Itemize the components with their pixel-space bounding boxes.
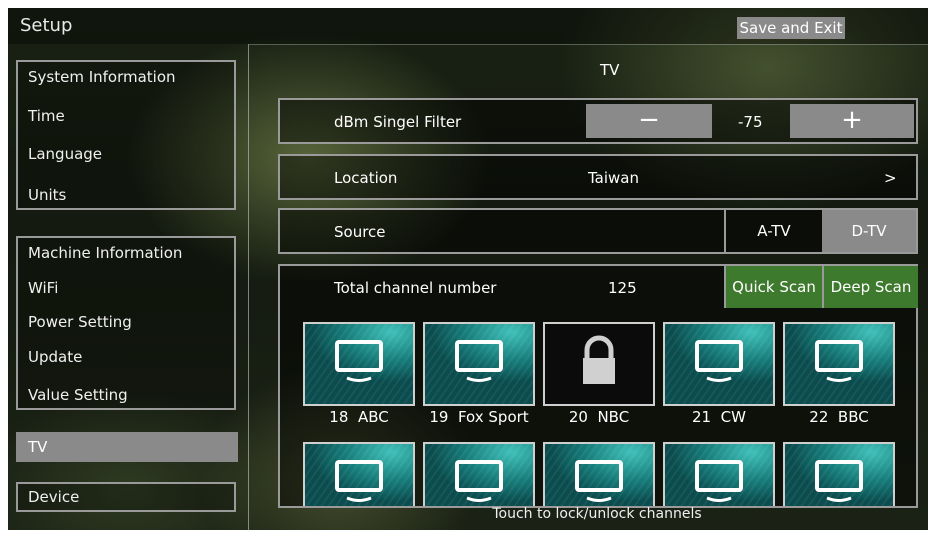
lock-icon: [583, 335, 615, 384]
channel-tile[interactable]: [303, 442, 415, 506]
sidebar-item-update[interactable]: Update: [28, 348, 82, 366]
hint-text: Touch to lock/unlock channels: [492, 506, 702, 522]
tv-setup-screen: Setup Save and Exit System Information T…: [8, 8, 928, 530]
sidebar-item-machine-information[interactable]: Machine Information: [28, 244, 182, 262]
channel-tile[interactable]: [423, 442, 535, 506]
sidebar-item-language[interactable]: Language: [28, 145, 102, 163]
chevron-right-icon: >: [884, 169, 897, 187]
location-row[interactable]: Location Taiwan >: [278, 154, 918, 200]
channel-label-18: 18 ABC: [329, 408, 389, 426]
channel-label-19: 19 Fox Sport: [429, 408, 529, 426]
source-row: Source A-TV D-TV: [278, 208, 918, 254]
filter-label: dBm Singel Filter: [334, 113, 462, 131]
channel-grid: 18 ABC 19 Fox Sport 20 NBC 21 CW 22 BBC: [278, 310, 918, 508]
channel-tile[interactable]: [543, 442, 655, 506]
tv-icon: [695, 460, 743, 502]
tv-icon: [455, 340, 503, 382]
channel-tile-20[interactable]: [543, 322, 655, 406]
sidebar-item-tv[interactable]: TV: [16, 432, 238, 462]
tv-icon: [815, 340, 863, 382]
channel-count-row: Total channel number 125 Quick Scan Deep…: [278, 264, 918, 310]
vertical-divider: [248, 44, 249, 530]
tv-icon: [695, 340, 743, 382]
save-and-exit-button[interactable]: Save and Exit: [737, 17, 845, 39]
sidebar-item-units[interactable]: Units: [28, 186, 66, 204]
tv-icon: [815, 460, 863, 502]
channel-tile[interactable]: [783, 442, 895, 506]
sidebar-item-time[interactable]: Time: [28, 107, 65, 125]
source-atv-button[interactable]: A-TV: [724, 210, 822, 252]
channel-tile-21[interactable]: [663, 322, 775, 406]
tv-icon: [575, 460, 623, 502]
decrease-button[interactable]: −: [586, 104, 712, 138]
filter-value: -75: [738, 113, 763, 131]
source-label: Source: [334, 223, 386, 241]
sidebar-item-system-information[interactable]: System Information: [28, 68, 176, 86]
page-title: Setup: [20, 15, 73, 36]
filter-row: dBm Singel Filter − -75 +: [278, 98, 918, 144]
channel-count-value: 125: [608, 279, 637, 297]
channel-tile[interactable]: [663, 442, 775, 506]
sidebar-group-machine: Machine Information WiFi Power Setting U…: [16, 236, 236, 410]
sidebar-group-device: Device: [16, 482, 236, 512]
channel-count-label: Total channel number: [334, 279, 497, 297]
deep-scan-button[interactable]: Deep Scan: [822, 266, 918, 308]
location-label: Location: [334, 169, 398, 187]
sidebar-item-value-setting[interactable]: Value Setting: [28, 386, 128, 404]
top-bar: Setup Save and Exit: [8, 8, 928, 44]
tv-icon: [455, 460, 503, 502]
location-value: Taiwan: [588, 169, 640, 187]
tv-icon: [335, 460, 383, 502]
channel-tile-22[interactable]: [783, 322, 895, 406]
channel-tile-18[interactable]: [303, 322, 415, 406]
channel-label-20: 20 NBC: [568, 408, 630, 426]
panel-title: TV: [600, 61, 620, 79]
source-dtv-button[interactable]: D-TV: [822, 210, 916, 252]
quick-scan-button[interactable]: Quick Scan: [724, 266, 822, 308]
sidebar-group-system: System Information Time Language Units: [16, 60, 236, 210]
channel-label-22: 22 BBC: [809, 408, 869, 426]
tv-icon: [335, 340, 383, 382]
sidebar-item-wifi[interactable]: WiFi: [28, 279, 58, 297]
header-divider: [249, 44, 928, 45]
sidebar-item-power-setting[interactable]: Power Setting: [28, 313, 132, 331]
sidebar-item-device[interactable]: Device: [28, 488, 79, 506]
increase-button[interactable]: +: [790, 104, 914, 138]
channel-label-21: 21 CW: [692, 408, 746, 426]
channel-tile-19[interactable]: [423, 322, 535, 406]
